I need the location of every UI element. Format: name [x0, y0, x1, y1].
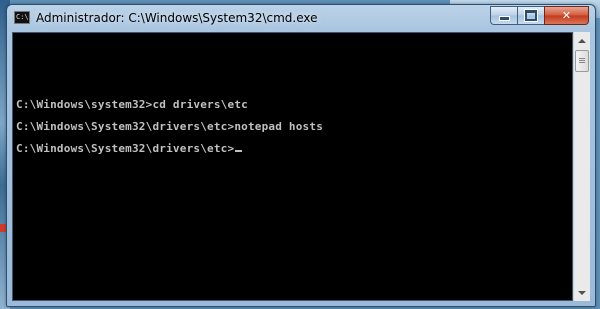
scroll-down-button[interactable]	[574, 284, 590, 301]
cmd-icon[interactable]: C:\	[14, 11, 30, 24]
title-bar[interactable]: C:\ Administrador: C:\Windows\System32\c…	[7, 5, 595, 31]
console-lines: C:\Windows\system32>cd drivers\etc C:\Wi…	[16, 94, 323, 160]
caption-buttons: ✕	[490, 6, 589, 25]
window-title: Administrador: C:\Windows\System32\cmd.e…	[36, 11, 318, 25]
cmd-icon-text: C:\	[16, 13, 29, 21]
maximize-icon	[524, 9, 538, 22]
console-line: C:\Windows\System32\drivers\etc>	[16, 138, 323, 160]
maximize-button[interactable]	[517, 6, 544, 25]
console-line: C:\Windows\system32>cd drivers\etc	[16, 98, 248, 111]
minimize-button[interactable]	[490, 6, 517, 25]
scroll-up-button[interactable]	[574, 32, 590, 49]
arrow-up-icon	[578, 38, 586, 43]
minimize-icon	[498, 16, 510, 21]
arrow-down-icon	[578, 290, 586, 295]
console-output[interactable]: C:\Windows\system32>cd drivers\etc C:\Wi…	[12, 32, 573, 301]
close-icon: ✕	[561, 9, 572, 22]
close-button[interactable]: ✕	[544, 6, 589, 25]
vertical-scrollbar[interactable]	[573, 32, 590, 301]
console-line: C:\Windows\System32\drivers\etc>notepad …	[16, 120, 324, 133]
grip-icon	[579, 58, 585, 64]
text-cursor	[235, 150, 243, 152]
console-prompt: C:\Windows\System32\drivers\etc>	[16, 142, 235, 155]
cmd-window[interactable]: C:\ Administrador: C:\Windows\System32\c…	[6, 4, 596, 307]
scrollbar-thumb[interactable]	[575, 50, 589, 72]
